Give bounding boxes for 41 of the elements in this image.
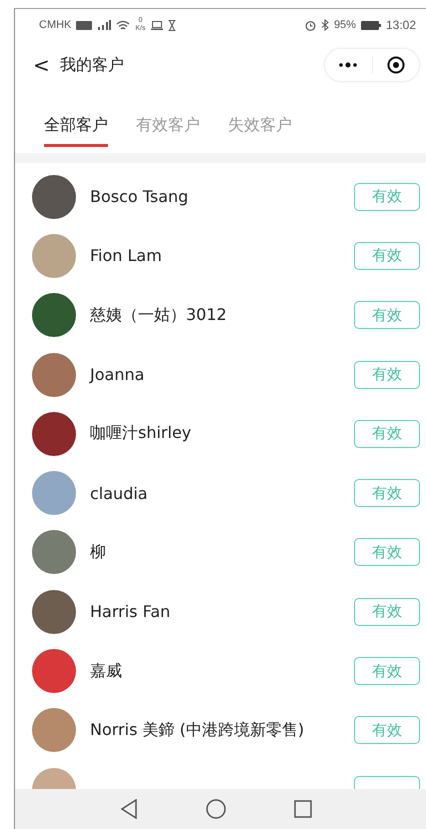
more-icon: [338, 62, 358, 68]
customer-name: 嘉威: [90, 660, 123, 682]
customer-name: Norris 美鍗 (中港跨境新零售): [90, 720, 306, 741]
status-tag: 有效: [354, 598, 420, 626]
customer-name: Bosco Tsang: [90, 187, 190, 206]
page-title: 我的客户: [60, 54, 125, 76]
status-tag: 有效: [354, 360, 420, 389]
signal-icon: [97, 20, 112, 30]
recents-button[interactable]: [294, 800, 312, 818]
customer-name: Harris Fan: [90, 602, 172, 622]
customer-name: claudia: [90, 484, 149, 503]
status-tag: 有效: [354, 242, 420, 270]
alarm-icon: [304, 20, 316, 30]
clock-time: 13:02: [386, 18, 416, 32]
back-nav-button[interactable]: [120, 799, 138, 819]
customer-name: 慈姨（一姑）3012: [90, 304, 228, 326]
triangle-back-icon: [120, 799, 138, 819]
status-tag: 有效: [354, 301, 420, 330]
customer-name: Joanna: [90, 365, 146, 384]
battery-percent: 95%: [334, 19, 356, 31]
bluetooth-icon: [320, 19, 329, 31]
square-recents-icon: [294, 800, 312, 818]
customer-name: Fion Lam: [90, 246, 163, 266]
customer-name: 柳: [90, 542, 107, 563]
status-tag: 有效: [354, 182, 420, 211]
carrier-name: CMHK: [39, 19, 72, 31]
laptop-icon: [150, 20, 163, 30]
back-button[interactable]: <: [27, 53, 56, 77]
customer-name: 咖喱汁shirley: [90, 423, 192, 444]
home-button[interactable]: [206, 799, 226, 819]
status-tag: 有效: [354, 420, 420, 448]
status-tag: 有效: [354, 479, 420, 508]
status-tag: 有效: [354, 657, 420, 686]
target-icon: [386, 56, 405, 74]
hourglass-icon: [168, 20, 176, 30]
battery-icon: [360, 20, 381, 30]
circle-home-icon: [206, 799, 226, 819]
wifi-icon: [116, 20, 130, 30]
status-tag: 有效: [354, 538, 420, 566]
status-tag: 有效: [354, 716, 420, 744]
tab[interactable]: 全部客户: [44, 103, 108, 147]
